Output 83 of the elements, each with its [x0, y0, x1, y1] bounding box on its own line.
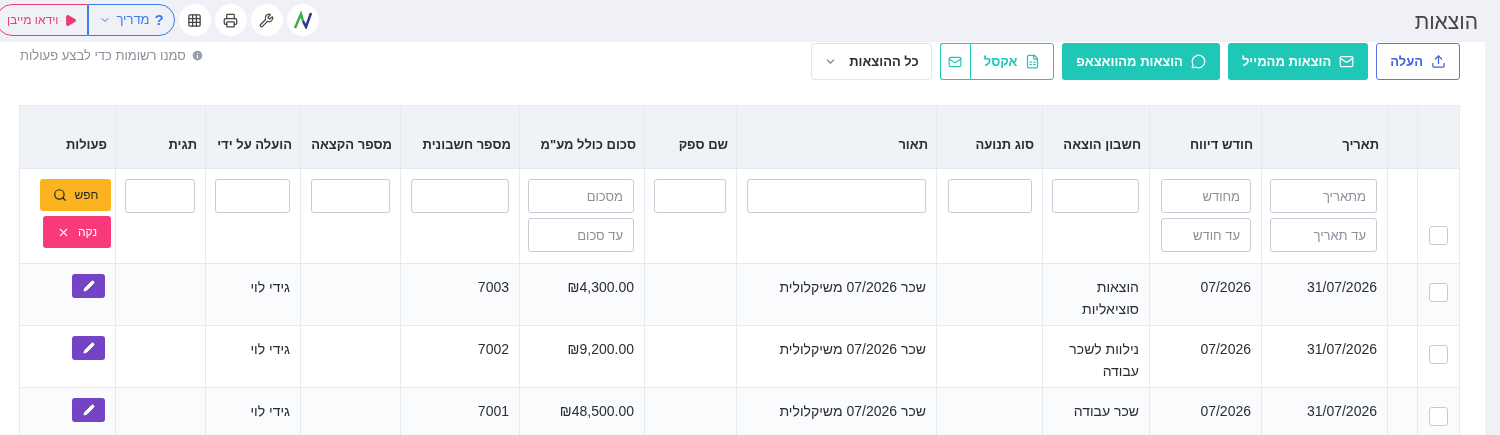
table-cell: ₪9,200.00 [567, 341, 634, 357]
column-header: פעולות [19, 105, 116, 169]
spreadsheet-icon [1025, 54, 1041, 69]
envelope-icon [1339, 54, 1355, 69]
column-header: סוג תנועה [936, 105, 1043, 169]
filter-field[interactable] [1052, 179, 1139, 213]
grid-icon [187, 12, 203, 28]
filter-field[interactable]: עד תאריך [1270, 218, 1377, 252]
page-title: הוצאות [1414, 9, 1478, 35]
table-cell: 31/07/2026 [1306, 403, 1377, 419]
filter-field[interactable]: עד חודש [1161, 218, 1251, 252]
column-header: תאור [736, 105, 937, 169]
table-cell: נילוות לשכר עבודה [1069, 341, 1139, 379]
settings-button[interactable] [250, 4, 283, 36]
table-cell: 31/07/2026 [1306, 341, 1377, 357]
hint-text: סמנו רשומות כדי לבצע פעולות [20, 47, 186, 65]
column-header: שם ספק [644, 105, 737, 169]
checkbox[interactable] [1429, 407, 1448, 426]
table-cell: 7003 [477, 279, 509, 295]
column-header: תגית [115, 105, 206, 169]
table-cell: ₪4,300.00 [567, 279, 634, 295]
filter-field[interactable]: מסכום [528, 179, 634, 213]
column-header: מספר חשבונית [400, 105, 520, 169]
table-cell: שכר 07/2026 משיקלולית [779, 403, 926, 419]
wrench-icon [259, 12, 275, 28]
table-cell: 31/07/2026 [1306, 279, 1377, 295]
column-header: מספר הקצאה [300, 105, 401, 169]
filter-field[interactable]: עד סכום [528, 218, 634, 252]
filter-field[interactable] [948, 179, 1032, 213]
table-cell: גידי לוי [250, 279, 290, 295]
filter-field[interactable]: מתאריך [1270, 179, 1377, 213]
whatsapp-import-button[interactable]: הוצאות מהוואצאפ [1062, 43, 1220, 80]
email-import-button[interactable]: הוצאות מהמייל [1227, 43, 1369, 80]
table-cell: גידי לוי [250, 341, 290, 357]
table-cell: גידי לוי [250, 403, 290, 419]
column-header: תאריך [1261, 105, 1388, 169]
edit-button[interactable] [72, 336, 105, 360]
upload-icon [1431, 54, 1446, 69]
table-cell: 07/2026 [1200, 341, 1251, 357]
pencil-icon [82, 404, 95, 416]
checkbox[interactable] [1429, 226, 1448, 245]
upload-button[interactable]: העלה [1376, 43, 1460, 80]
filter-field[interactable]: מחודש [1161, 179, 1251, 213]
question-icon: ? [154, 8, 164, 32]
filter-field[interactable] [215, 179, 290, 213]
edit-button[interactable] [72, 398, 105, 422]
table-cell: שכר עבודה [1073, 403, 1139, 419]
excel-button[interactable]: אקסל [969, 43, 1055, 80]
logo-icon [286, 4, 319, 36]
column-header: חודש דיווח [1149, 105, 1262, 169]
chat-bubble-icon [1190, 54, 1206, 69]
filter-dropdown[interactable]: כל ההוצאות [811, 43, 932, 80]
table-cell: ₪48,500.00 [559, 403, 634, 419]
search-button[interactable]: חפש [40, 179, 111, 211]
table-cell: 7002 [477, 341, 509, 357]
pencil-icon [82, 280, 95, 292]
column-header: הועלה על ידי [205, 105, 301, 169]
email-button[interactable] [939, 43, 970, 80]
filter-field[interactable] [654, 179, 726, 213]
search-icon [52, 188, 67, 202]
filter-field[interactable] [411, 179, 509, 213]
table-cell: שכר 07/2026 משיקלולית [779, 279, 926, 295]
apps-button[interactable] [178, 4, 211, 36]
info-icon [190, 49, 204, 63]
table-cell: 07/2026 [1200, 279, 1251, 295]
clear-button[interactable]: נקה [43, 216, 111, 248]
column-header: סכום כולל מע"מ [519, 105, 645, 169]
filter-field[interactable] [125, 179, 195, 213]
filter-field[interactable] [747, 179, 926, 213]
envelope-icon [948, 54, 963, 69]
table-cell: הוצאות סוציאליות [1082, 279, 1139, 317]
column-header: חשבון הוצאה [1042, 105, 1150, 169]
filter-field[interactable] [311, 179, 390, 213]
pencil-icon [82, 342, 95, 354]
table-cell: 07/2026 [1200, 403, 1251, 419]
print-button[interactable] [214, 4, 247, 36]
play-icon [64, 13, 78, 27]
table-cell: שכר 07/2026 משיקלולית [779, 341, 926, 357]
printer-icon [223, 12, 239, 28]
checkbox[interactable] [1429, 283, 1448, 302]
edit-button[interactable] [72, 274, 105, 298]
checkbox[interactable] [1429, 345, 1448, 364]
table-cell: 7001 [477, 403, 509, 419]
